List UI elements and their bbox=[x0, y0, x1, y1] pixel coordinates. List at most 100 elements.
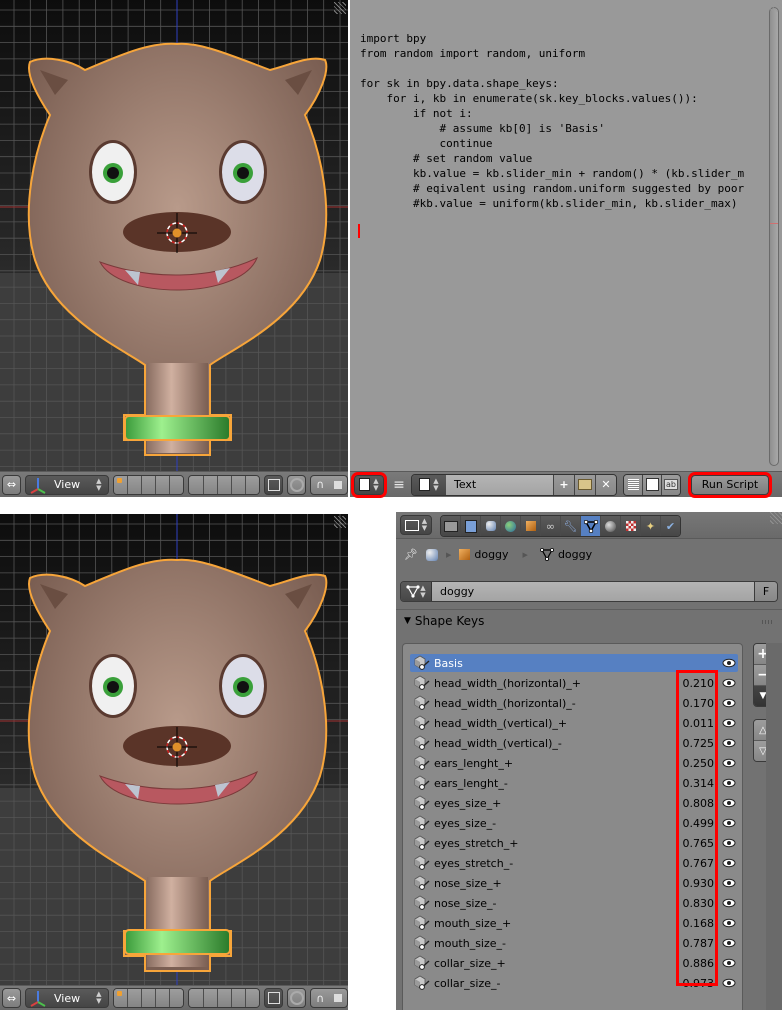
fake-user-button[interactable]: F bbox=[754, 582, 777, 601]
layer[interactable] bbox=[217, 989, 232, 1007]
shape-key-row[interactable]: Basis bbox=[410, 654, 738, 672]
layer[interactable] bbox=[170, 475, 184, 494]
tab-constraints[interactable]: ∞ bbox=[541, 516, 561, 536]
layer-buttons-a[interactable] bbox=[112, 474, 185, 495]
layer[interactable] bbox=[217, 475, 232, 494]
3d-viewport-top[interactable] bbox=[0, 0, 348, 471]
layer-buttons-a[interactable] bbox=[112, 988, 185, 1008]
shape-key-name[interactable]: mouth_size_- bbox=[434, 937, 668, 950]
visibility-toggle[interactable] bbox=[720, 798, 738, 808]
hamburger-menu-icon[interactable]: ≡ bbox=[391, 477, 407, 493]
area-split-handle[interactable] bbox=[770, 512, 782, 524]
unlink-text-button[interactable]: ✕ bbox=[595, 474, 616, 495]
layer-buttons-b[interactable] bbox=[188, 988, 261, 1008]
layer[interactable] bbox=[246, 475, 260, 494]
shape-key-value[interactable]: 0.210 bbox=[668, 677, 720, 690]
pin-icon[interactable]: 📌︎ bbox=[404, 548, 418, 561]
shape-key-name[interactable]: eyes_stretch_+ bbox=[434, 837, 668, 850]
shape-key-name[interactable]: head_width_(vertical)_+ bbox=[434, 717, 668, 730]
tab-modifiers[interactable]: 🔧︎ bbox=[561, 516, 581, 536]
shape-key-value[interactable]: 0.170 bbox=[668, 697, 720, 710]
layer[interactable] bbox=[156, 475, 171, 494]
browse-text-button[interactable]: ▲ ▼ bbox=[412, 474, 446, 495]
layer[interactable] bbox=[127, 989, 142, 1007]
visibility-toggle[interactable] bbox=[720, 958, 738, 968]
shape-key-list[interactable]: Basis head_width_(horizontal)_+ 0.210 he… bbox=[402, 643, 743, 1010]
shape-key-row[interactable]: eyes_stretch_- 0.767 bbox=[410, 854, 738, 872]
mesh-name-field[interactable]: doggy bbox=[432, 582, 754, 601]
visibility-toggle[interactable] bbox=[720, 778, 738, 788]
shape-key-value[interactable]: 0.787 bbox=[668, 937, 720, 950]
visibility-toggle[interactable] bbox=[720, 678, 738, 688]
shape-key-name[interactable]: head_width_(horizontal)_- bbox=[434, 697, 668, 710]
shape-key-row[interactable]: eyes_size_- 0.499 bbox=[410, 814, 738, 832]
tab-particles[interactable]: ✦ bbox=[641, 516, 661, 536]
visibility-toggle[interactable] bbox=[720, 758, 738, 768]
layer-active[interactable] bbox=[113, 989, 128, 1007]
shape-key-name[interactable]: mouth_size_+ bbox=[434, 917, 668, 930]
shape-key-value[interactable]: 0.973 bbox=[668, 977, 720, 990]
layer[interactable] bbox=[203, 475, 218, 494]
shape-key-row[interactable]: head_width_(horizontal)_- 0.170 bbox=[410, 694, 738, 712]
text-editor[interactable]: import bpy from random import random, un… bbox=[350, 0, 782, 471]
proportional-edit-button[interactable] bbox=[287, 988, 307, 1008]
browse-mesh-button[interactable]: ▲ ▼ bbox=[401, 582, 432, 601]
lock-camera-button[interactable] bbox=[264, 474, 284, 495]
shape-key-row[interactable]: head_width_(vertical)_+ 0.011 bbox=[410, 714, 738, 732]
shape-key-value[interactable]: 0.765 bbox=[668, 837, 720, 850]
shape-key-row[interactable]: collar_size_- 0.973 bbox=[410, 974, 738, 992]
layer[interactable] bbox=[189, 475, 204, 494]
shape-key-name[interactable]: Basis bbox=[434, 657, 668, 670]
shape-key-value[interactable]: 0.886 bbox=[668, 957, 720, 970]
layer-buttons-b[interactable] bbox=[188, 474, 261, 495]
shape-key-name[interactable]: nose_size_+ bbox=[434, 877, 668, 890]
new-text-button[interactable]: + bbox=[553, 474, 574, 495]
visibility-toggle[interactable] bbox=[720, 938, 738, 948]
shape-key-row[interactable]: ears_lenght_- 0.314 bbox=[410, 774, 738, 792]
layer[interactable] bbox=[127, 475, 142, 494]
lock-camera-button[interactable] bbox=[264, 988, 284, 1008]
shape-key-value[interactable]: 0.830 bbox=[668, 897, 720, 910]
shape-key-row[interactable]: mouth_size_- 0.787 bbox=[410, 934, 738, 952]
view-menu[interactable]: View ▲ ▼ bbox=[24, 988, 109, 1008]
shape-key-row[interactable]: collar_size_+ 0.886 bbox=[410, 954, 738, 972]
open-text-button[interactable] bbox=[574, 474, 595, 495]
code-area[interactable]: import bpy from random import random, un… bbox=[360, 31, 744, 211]
visibility-toggle[interactable] bbox=[720, 858, 738, 868]
visibility-toggle[interactable] bbox=[720, 878, 738, 888]
shape-key-value[interactable]: 0.767 bbox=[668, 857, 720, 870]
shape-key-row[interactable]: mouth_size_+ 0.168 bbox=[410, 914, 738, 932]
doggy-model[interactable] bbox=[0, 0, 348, 471]
view-menu[interactable]: View ▲ ▼ bbox=[24, 474, 109, 495]
proportional-edit-button[interactable] bbox=[287, 474, 307, 495]
shape-key-row[interactable]: head_width_(horizontal)_+ 0.210 bbox=[410, 674, 738, 692]
area-split-handle[interactable] bbox=[334, 2, 346, 14]
word-wrap-toggle[interactable] bbox=[643, 474, 662, 495]
layer[interactable] bbox=[246, 989, 260, 1007]
visibility-toggle[interactable] bbox=[720, 658, 738, 668]
shape-key-name[interactable]: head_width_(vertical)_- bbox=[434, 737, 668, 750]
shape-key-name[interactable]: eyes_stretch_- bbox=[434, 857, 668, 870]
layer[interactable] bbox=[189, 989, 204, 1007]
text-name-field[interactable]: Text bbox=[446, 474, 553, 495]
3d-viewport-bottom[interactable] bbox=[0, 514, 348, 986]
area-split-handle[interactable] bbox=[334, 516, 346, 528]
layer[interactable] bbox=[170, 989, 184, 1007]
tab-render-layers[interactable] bbox=[461, 516, 481, 536]
line-numbers-toggle[interactable] bbox=[624, 474, 643, 495]
shape-key-value[interactable]: 0.930 bbox=[668, 877, 720, 890]
doggy-model[interactable] bbox=[0, 514, 348, 986]
tab-render[interactable] bbox=[441, 516, 461, 536]
run-script-button[interactable]: Run Script bbox=[688, 471, 772, 498]
tab-scene[interactable] bbox=[481, 516, 501, 536]
shape-key-name[interactable]: head_width_(horizontal)_+ bbox=[434, 677, 668, 690]
shape-key-row[interactable]: nose_size_+ 0.930 bbox=[410, 874, 738, 892]
visibility-toggle[interactable] bbox=[720, 718, 738, 728]
shape-key-row[interactable]: eyes_stretch_+ 0.765 bbox=[410, 834, 738, 852]
layer[interactable] bbox=[156, 989, 171, 1007]
layer[interactable] bbox=[231, 989, 246, 1007]
tab-physics[interactable]: ✔ bbox=[661, 516, 680, 536]
shape-key-value[interactable]: 0.011 bbox=[668, 717, 720, 730]
shape-key-name[interactable]: ears_lenght_- bbox=[434, 777, 668, 790]
layer[interactable] bbox=[141, 989, 157, 1007]
